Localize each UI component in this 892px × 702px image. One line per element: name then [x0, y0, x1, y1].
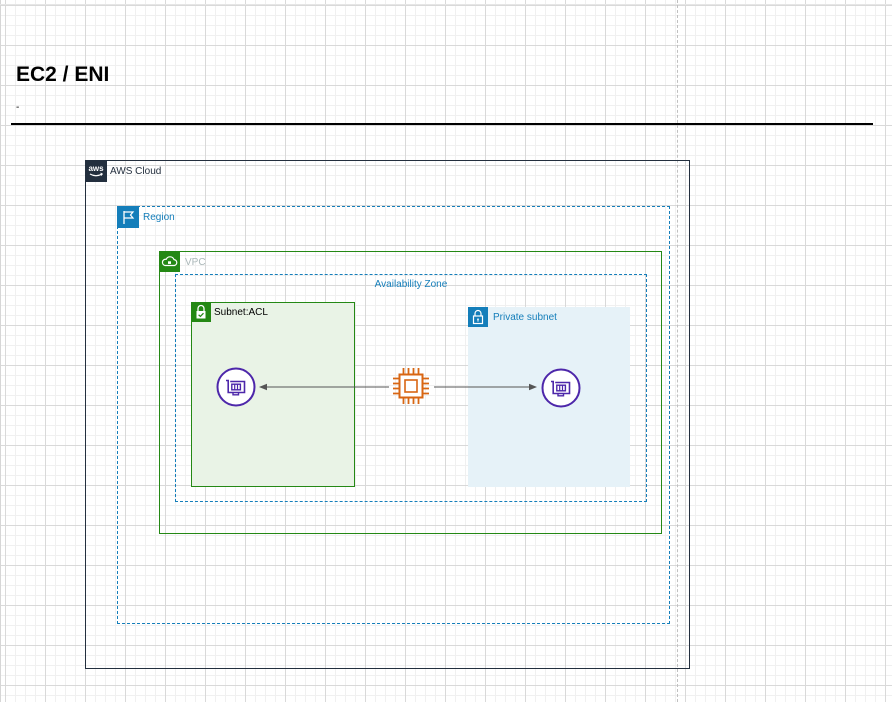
region-flag-icon	[117, 206, 139, 228]
subnet-acl-label: Subnet:ACL	[214, 307, 268, 318]
vpc-label: VPC	[185, 257, 206, 268]
private-subnet-label: Private subnet	[493, 312, 557, 323]
availability-zone-label: Availability Zone	[374, 279, 448, 290]
page-top-border	[0, 4, 892, 5]
lock-icon	[191, 302, 211, 322]
svg-text:aws: aws	[88, 164, 104, 173]
vpc-cloud-icon	[159, 251, 180, 272]
title-divider	[11, 123, 873, 125]
page-subtitle[interactable]: -	[16, 102, 19, 113]
lock-icon	[468, 307, 488, 327]
elastic-network-interface-icon[interactable]	[216, 367, 256, 407]
elastic-network-interface-icon[interactable]	[541, 368, 581, 408]
page-title[interactable]: EC2 / ENI	[16, 63, 109, 87]
aws-cloud-label: AWS Cloud	[110, 166, 162, 177]
aws-logo-icon: aws	[85, 160, 107, 182]
ec2-instance-icon[interactable]	[391, 366, 431, 406]
region-label: Region	[143, 212, 175, 223]
page-left-border	[0, 0, 1, 702]
